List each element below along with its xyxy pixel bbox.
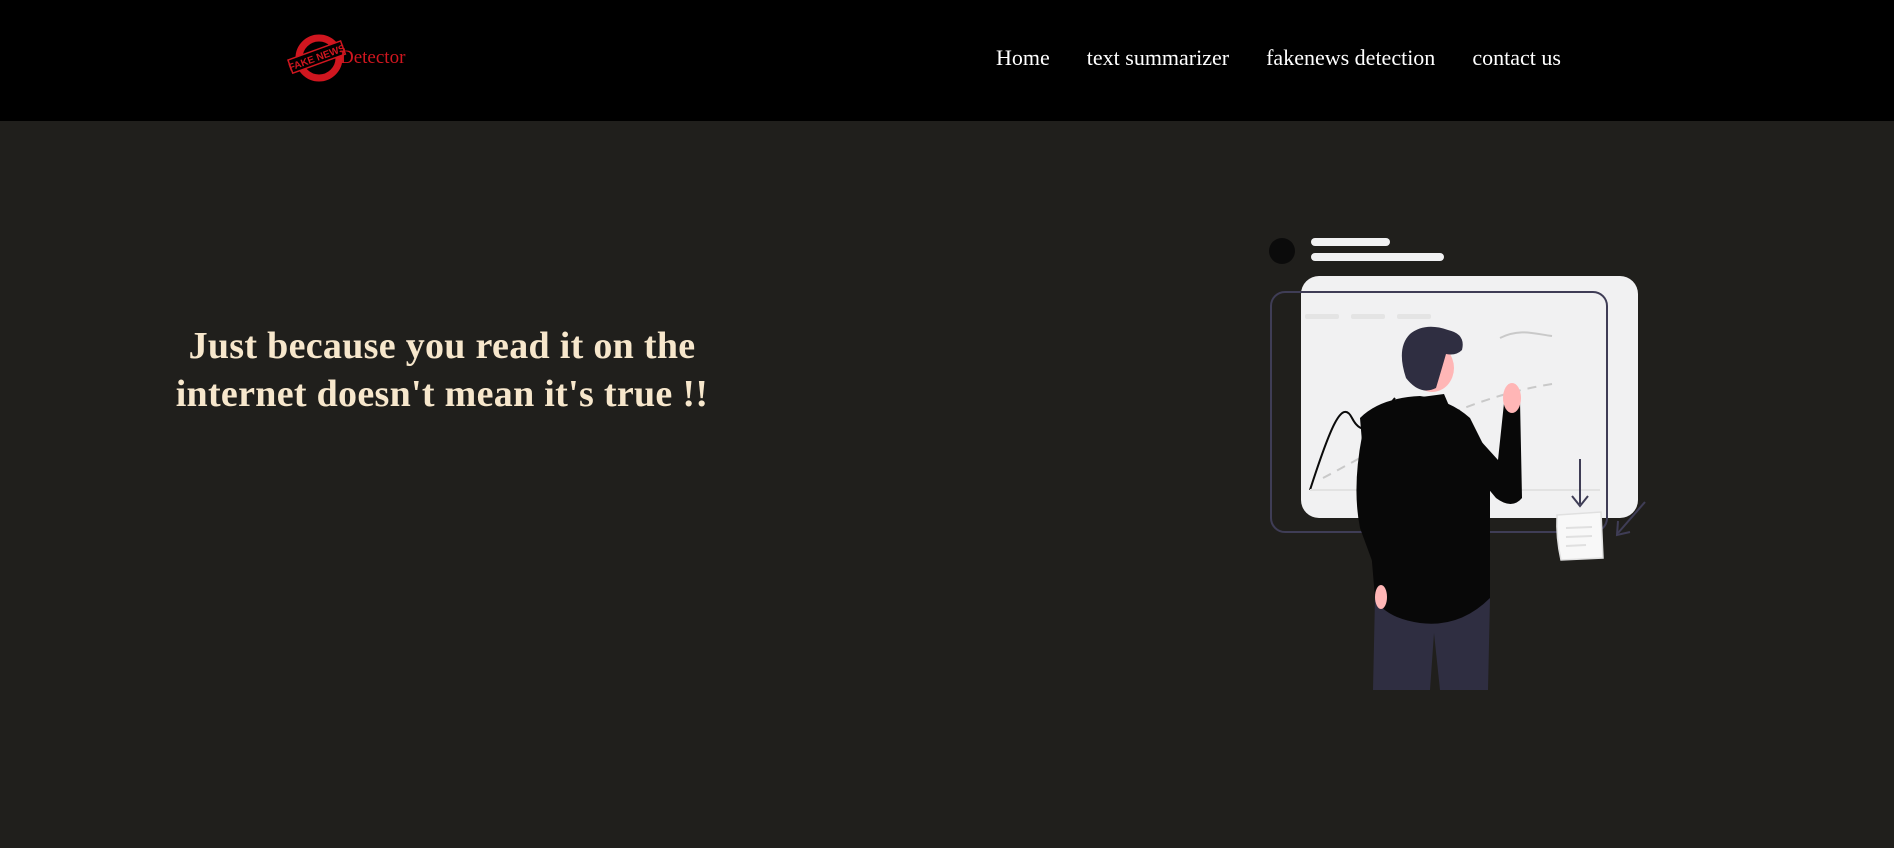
hero-headline: Just because you read it on the internet…: [132, 322, 752, 418]
hero-headline-line1: Just because you read it on the: [188, 325, 696, 367]
logo-wordmark: Detector: [340, 46, 406, 68]
nav-link-home[interactable]: Home: [996, 44, 1050, 72]
logo-link[interactable]: FAKE NEWS Detector: [287, 32, 405, 84]
navbar: FAKE NEWS Detector Home text summarizer …: [0, 0, 1894, 121]
main-nav: Home text summarizer fakenews detection …: [996, 44, 1561, 72]
hero-headline-line2: internet doesn't mean it's true !!: [175, 373, 709, 415]
person-at-whiteboard-illustration: [1269, 238, 1646, 690]
nav-link-fakenews-detection[interactable]: fakenews detection: [1266, 44, 1435, 72]
nav-link-text-summarizer[interactable]: text summarizer: [1087, 44, 1229, 72]
nav-link-contact-us[interactable]: contact us: [1472, 44, 1561, 72]
